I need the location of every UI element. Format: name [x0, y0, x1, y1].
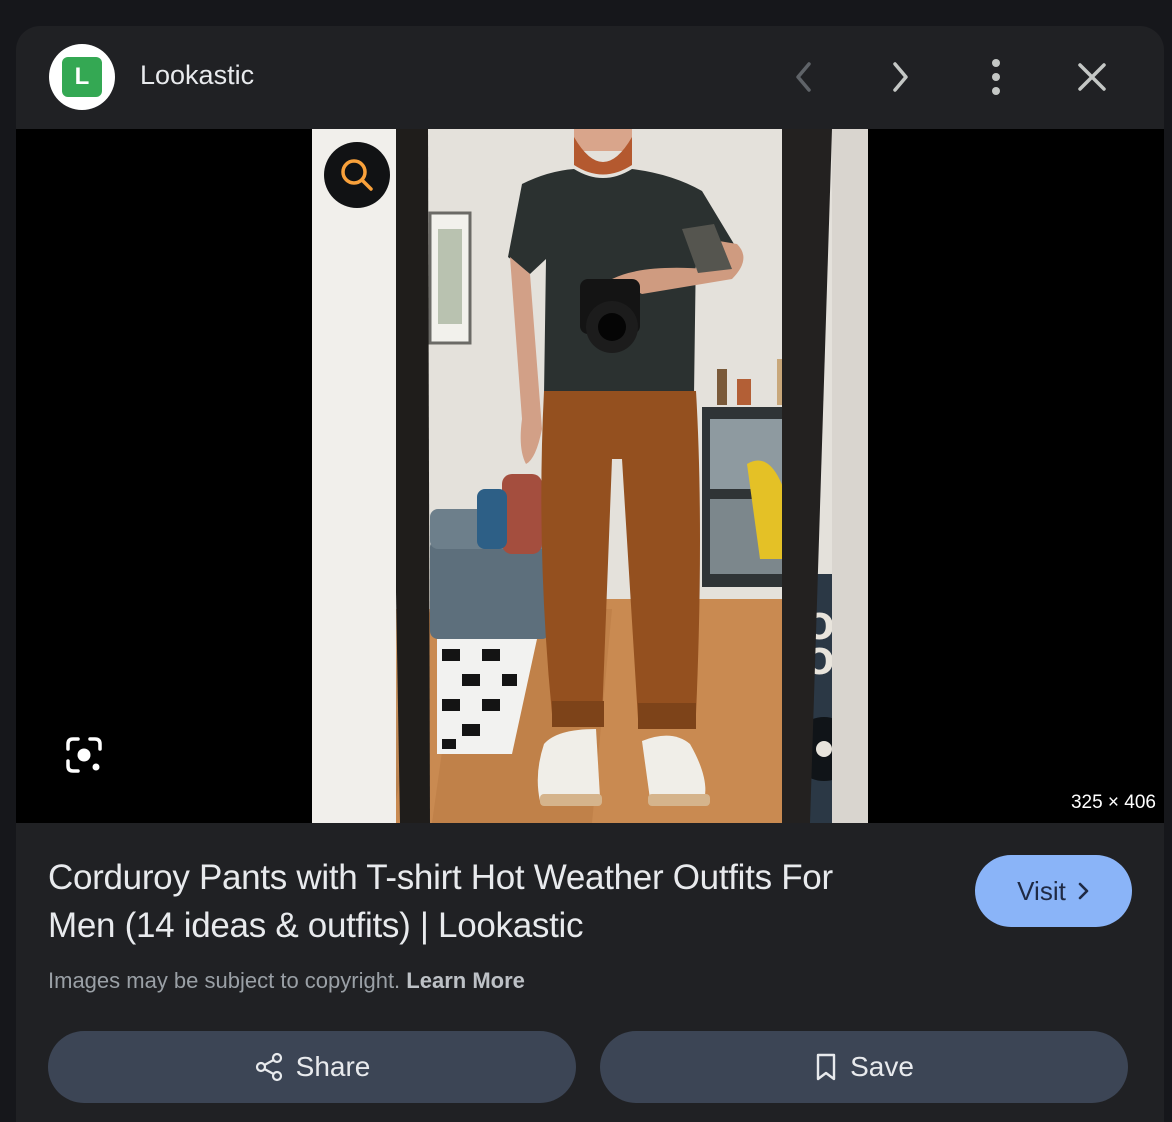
lens-search-button[interactable]: [324, 142, 390, 208]
close-button[interactable]: [1067, 52, 1117, 102]
preview-photo[interactable]: ON OB: [312, 129, 868, 823]
copyright-text: Images may be subject to copyright.: [48, 968, 401, 993]
preview-header: L Lookastic: [16, 26, 1164, 129]
chevron-right-icon: [893, 62, 908, 92]
share-button[interactable]: Share: [48, 1031, 576, 1103]
lens-camera-icon: [66, 737, 102, 773]
share-icon: [255, 1052, 282, 1082]
visit-label: Visit: [1017, 875, 1066, 906]
next-button[interactable]: [875, 52, 925, 102]
site-favicon[interactable]: L: [49, 44, 115, 110]
more-options-button[interactable]: [971, 52, 1021, 102]
search-icon: [341, 159, 373, 191]
site-name[interactable]: Lookastic: [140, 60, 254, 91]
visit-button[interactable]: Visit: [975, 855, 1132, 927]
bookmark-icon: [816, 1053, 836, 1081]
result-title[interactable]: Corduroy Pants with T-shirt Hot Weather …: [48, 854, 908, 950]
copyright-notice: Images may be subject to copyright. Lear…: [48, 968, 525, 994]
image-preview-panel: L Lookastic 325 × 406 Corduroy Pants wit…: [16, 26, 1164, 1122]
google-lens-button[interactable]: [60, 731, 108, 779]
image-viewer: ON OB: [16, 129, 1164, 823]
image-dimensions: 325 × 406: [1070, 792, 1156, 813]
more-vert-icon: [992, 59, 1000, 95]
close-icon: [1078, 63, 1106, 91]
favicon-letter: L: [62, 57, 102, 97]
save-label: Save: [850, 1051, 914, 1082]
previous-button[interactable]: [779, 52, 829, 102]
chevron-left-icon: [796, 62, 811, 92]
photo-illustration: ON OB: [312, 129, 868, 823]
learn-more-link[interactable]: Learn More: [406, 968, 525, 993]
chevron-right-icon: [1078, 882, 1089, 900]
save-button[interactable]: Save: [600, 1031, 1128, 1103]
share-label: Share: [295, 1051, 371, 1082]
